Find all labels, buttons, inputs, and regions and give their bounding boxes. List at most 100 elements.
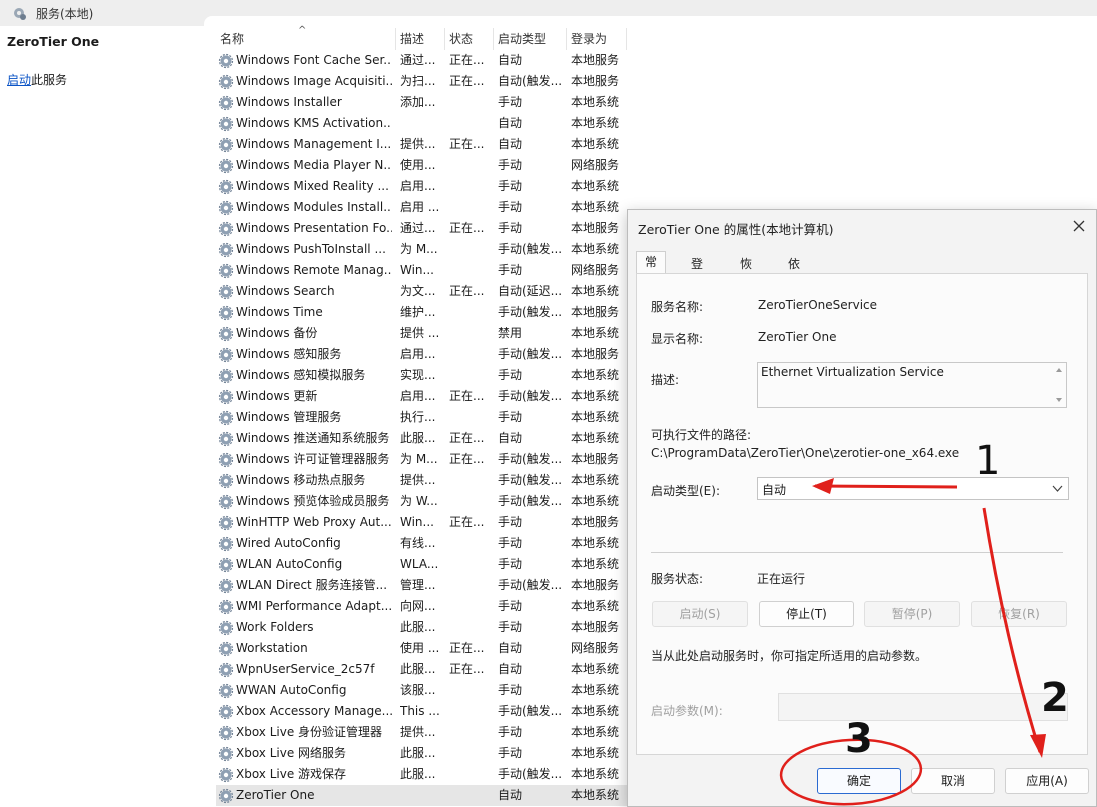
service-gear-icon [218,494,234,510]
service-status-cell: 正在... [449,662,485,676]
service-description-cell: 此服... [400,620,436,634]
service-description-cell: 此服... [400,662,436,676]
service-logon-cell: 本地系统 [571,767,620,781]
general-tab-panel: 服务名称: ZeroTierOneService 显示名称: ZeroTier … [636,273,1088,755]
service-logon-cell: 本地系统 [571,788,620,802]
service-logon-cell: 本地系统 [571,410,620,424]
service-description-cell: 为文... [400,284,436,298]
start-params-input[interactable] [778,693,1068,721]
ok-button[interactable]: 确定 [817,768,901,794]
column-header-status[interactable]: 状态 [445,28,494,50]
display-name-label: 显示名称: [651,332,704,346]
service-name-cell: Windows 感知模拟服务 [236,368,366,382]
table-row[interactable]: Windows Mixed Reality ... 启用... 手动 本地系统 [216,176,836,197]
service-gear-icon [218,263,234,279]
service-logon-cell: 本地系统 [571,95,620,109]
service-startup-type-cell: 手动 [498,557,523,571]
service-startup-type-cell: 手动 [498,158,523,172]
service-logon-cell: 本地服务 [571,452,620,466]
service-gear-icon [218,578,234,594]
divider [651,552,1063,553]
service-startup-type-cell: 自动 [498,431,523,445]
service-startup-type-cell: 自动 [498,53,523,67]
service-gear-icon [218,179,234,195]
service-logon-cell: 本地系统 [571,557,620,571]
service-name-cell: Windows Font Cache Ser... [236,53,392,67]
service-gear-icon [218,536,234,552]
selected-service-name: ZeroTier One [7,34,100,49]
service-logon-cell: 本地服务 [571,305,620,319]
service-name-cell: Windows Time [236,305,323,319]
start-button[interactable]: 启动(S) [652,601,748,627]
service-status-cell: 正在... [449,515,485,529]
startup-type-label: 启动类型(E): [651,484,720,498]
service-name-cell: WLAN Direct 服务连接管... [236,578,388,592]
service-name-cell: WLAN AutoConfig [236,557,343,571]
apply-button[interactable]: 应用(A) [1005,768,1089,794]
tab-general[interactable]: 常规 [636,251,667,289]
close-icon[interactable] [1068,215,1090,237]
window-title: 服务(本地) [36,7,94,21]
service-description-cell: 向网... [400,599,436,613]
tab-recovery[interactable]: 恢复 [731,253,761,291]
column-header-startup-type[interactable]: 启动类型 [494,28,567,50]
service-name-cell: Wired AutoConfig [236,536,341,550]
service-description-cell: 提供... [400,473,436,487]
table-row[interactable]: Windows KMS Activation... 自动 本地系统 [216,113,836,134]
table-row[interactable]: Windows Installer 添加... 手动 本地系统 [216,92,836,113]
pause-button[interactable]: 暂停(P) [864,601,960,627]
service-logon-cell: 本地系统 [571,746,620,760]
service-description-cell: 为扫... [400,74,436,88]
table-row[interactable]: Windows Management I... 提供... 正在... 自动 本地系统 [216,134,836,155]
service-startup-type-cell: 手动 [498,263,523,277]
service-status-cell: 正在... [449,74,485,88]
service-startup-type-cell: 手动(触发... [498,347,563,361]
service-status-cell: 正在... [449,431,485,445]
table-row[interactable]: Windows Media Player N... 使用... 手动 网络服务 [216,155,836,176]
service-description-cell: 启用... [400,347,436,361]
table-row[interactable]: Windows Font Cache Ser... 通过... 正在... 自动 本地服… [216,50,836,71]
column-header-logon[interactable]: 登录为 [567,28,627,50]
column-header-description[interactable]: 描述 [396,28,445,50]
service-logon-cell: 本地系统 [571,431,620,445]
service-gear-icon [218,242,234,258]
service-description-cell: 通过... [400,53,436,67]
service-gear-icon [218,200,234,216]
service-description-cell: 有线... [400,536,436,550]
tab-logon[interactable]: 登录 [682,253,712,291]
service-startup-type-cell: 自动 [498,116,523,130]
service-gear-icon [218,788,234,804]
table-row[interactable]: Windows Image Acquisiti... 为扫... 正在... 自动(触… [216,71,836,92]
service-gear-icon [218,767,234,783]
tab-dependencies[interactable]: 依存关系 [779,253,809,331]
service-description-cell: 为 W... [400,494,438,508]
cancel-button[interactable]: 取消 [911,768,995,794]
startup-type-select[interactable]: 自动 [757,477,1069,500]
service-logon-cell: 本地系统 [571,599,620,613]
service-startup-type-cell: 自动 [498,137,523,151]
stop-button[interactable]: 停止(T) [759,601,854,627]
service-name-cell: Windows PushToInstall ... [236,242,386,256]
service-description-cell: 提供... [400,725,436,739]
service-description-cell: 维护... [400,305,436,319]
properties-dialog: ZeroTier One 的属性(本地计算机) 常规 登录 恢复 依存关系 服务… [627,209,1097,807]
service-logon-cell: 本地系统 [571,137,620,151]
description-box[interactable]: Ethernet Virtualization Service [757,362,1067,408]
service-startup-type-cell: 手动 [498,410,523,424]
start-service-link[interactable]: 启动 [7,73,31,87]
chevron-down-icon [1052,485,1063,492]
service-name-cell: ZeroTier One [236,788,315,802]
service-gear-icon [218,221,234,237]
service-startup-type-cell: 手动(触发... [498,242,563,256]
service-startup-type-cell: 手动 [498,536,523,550]
column-header-name[interactable]: 名称 ^ [216,25,396,50]
service-logon-cell: 本地系统 [571,116,620,130]
resume-button[interactable]: 恢复(R) [971,601,1067,627]
service-startup-type-cell: 手动(触发... [498,305,563,319]
description-scrollbar[interactable] [1052,363,1066,407]
service-startup-type-cell: 手动(触发... [498,767,563,781]
service-name-cell: Windows 推送通知系统服务 [236,431,390,445]
service-logon-cell: 本地系统 [571,473,620,487]
service-logon-cell: 本地服务 [571,578,620,592]
service-logon-cell: 本地系统 [571,200,620,214]
